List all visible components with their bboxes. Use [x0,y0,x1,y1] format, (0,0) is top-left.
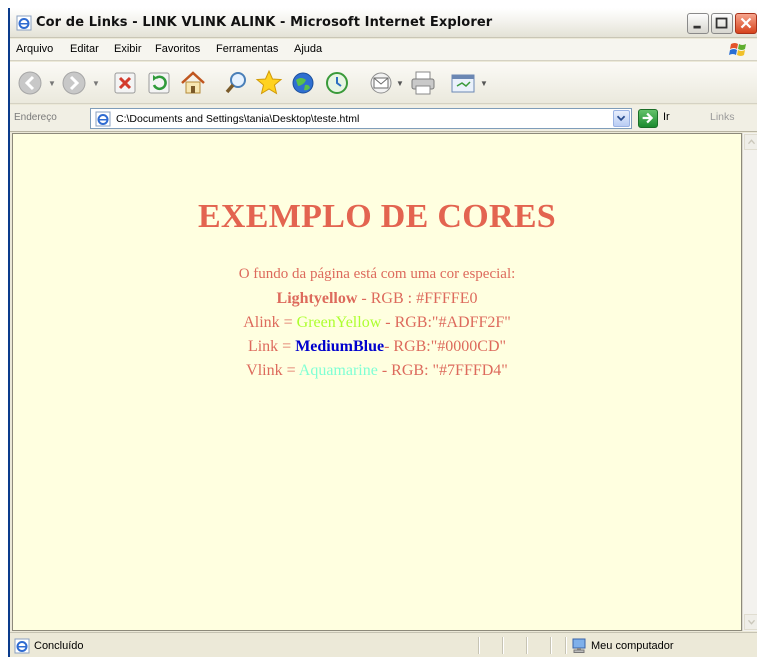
address-label: Endereço [14,112,57,123]
status-divider [502,637,503,654]
ie-page-icon [14,638,30,654]
close-button[interactable] [735,13,757,34]
go-button[interactable] [638,109,658,128]
link-color-name: MediumBlue [295,338,385,355]
windows-logo-icon [729,43,746,56]
status-divider [565,637,566,654]
go-label[interactable]: Ir [663,111,670,123]
mail-icon[interactable] [366,68,396,98]
page-heading: EXEMPLO DE CORES [197,198,557,235]
status-text: Concluído [34,640,84,652]
mail-dropdown-icon[interactable]: ▼ [396,79,404,88]
status-divider [478,637,479,654]
lightyellow-name: Lightyellow [276,290,358,307]
vlink-color-name: Aquamarine [298,362,378,379]
toolbar: ▼ ▼ ▼ ▼ [10,62,757,104]
favorites-icon[interactable] [254,68,284,98]
forward-dropdown-icon[interactable]: ▼ [92,79,100,88]
alink-rgb: - RGB:"#ADFF2F" [381,314,511,331]
history-icon[interactable] [322,68,352,98]
address-input[interactable]: C:\Documents and Settings\tania\Desktop\… [90,108,632,129]
my-computer-icon [572,638,586,653]
link-line: Link = MediumBlue- RGB:"#0000CD" [13,338,741,356]
search-icon[interactable] [222,68,252,98]
links-label[interactable]: Links [710,111,735,123]
link-rgb: - RGB:"#0000CD" [384,338,507,355]
back-dropdown-icon[interactable]: ▼ [48,79,56,88]
minimize-button[interactable] [687,13,709,34]
status-bar: Concluído Meu computador [10,632,757,657]
edit-icon[interactable] [448,68,478,98]
address-bar: Endereço C:\Documents and Settings\tania… [10,105,757,132]
vlink-prefix: Vlink = [246,362,299,379]
chevron-down-icon [747,619,756,625]
page-content: EXEMPLO DE CORES O fundo da página está … [12,133,742,631]
vlink-line: Vlink = Aquamarine - RGB: "#7FFFD4" [13,362,741,380]
home-icon[interactable] [178,68,208,98]
lightyellow-rgb: - RGB : #FFFFE0 [357,290,478,307]
chevron-up-icon [747,139,756,145]
alink-prefix: Alink = [243,314,297,331]
menu-ajuda[interactable]: Ajuda [294,43,322,55]
edit-dropdown-icon[interactable]: ▼ [480,79,488,88]
vlink-rgb: - RGB: "#7FFFD4" [377,362,508,379]
security-zone-label: Meu computador [591,640,674,652]
status-divider [526,637,527,654]
background-description: O fundo da página está com uma cor espec… [13,266,741,283]
scroll-up-button[interactable] [744,134,757,150]
ie-page-icon [16,15,32,31]
link-prefix: Link = [247,338,296,355]
chevron-down-icon [616,115,626,122]
status-divider [550,637,551,654]
forward-icon[interactable] [60,68,90,98]
go-arrow-icon [642,112,654,124]
stop-icon[interactable] [110,68,140,98]
menu-ferramentas[interactable]: Ferramentas [216,43,278,55]
back-icon[interactable] [16,68,46,98]
alink-line: Alink = GreenYellow - RGB:"#ADFF2F" [13,314,741,332]
title-bar[interactable]: Cor de Links - LINK VLINK ALINK - Micros… [10,8,757,38]
window-title: Cor de Links - LINK VLINK ALINK - Micros… [36,15,493,30]
scroll-down-button[interactable] [744,614,757,630]
minimize-icon [693,25,701,29]
media-icon[interactable] [288,68,318,98]
refresh-icon[interactable] [144,68,174,98]
menu-exibir[interactable]: Exibir [114,43,142,55]
browser-window: Cor de Links - LINK VLINK ALINK - Micros… [8,8,757,657]
maximize-icon [715,17,728,29]
menu-bar: Arquivo Editar Exibir Favoritos Ferramen… [10,39,757,61]
menu-favoritos[interactable]: Favoritos [155,43,200,55]
maximize-button[interactable] [711,13,733,34]
background-text: O fundo da página está com uma cor espec… [238,266,516,282]
address-value: C:\Documents and Settings\tania\Desktop\… [116,113,360,125]
alink-color-name: GreenYellow [296,314,382,331]
menu-arquivo[interactable]: Arquivo [16,43,53,55]
close-icon [740,17,752,29]
menu-editar[interactable]: Editar [70,43,99,55]
vertical-scrollbar[interactable] [742,133,757,631]
lightyellow-line: Lightyellow - RGB : #FFFFE0 [13,290,741,308]
address-dropdown-button[interactable] [613,110,630,127]
print-icon[interactable] [408,68,438,98]
ie-page-icon [95,111,111,127]
